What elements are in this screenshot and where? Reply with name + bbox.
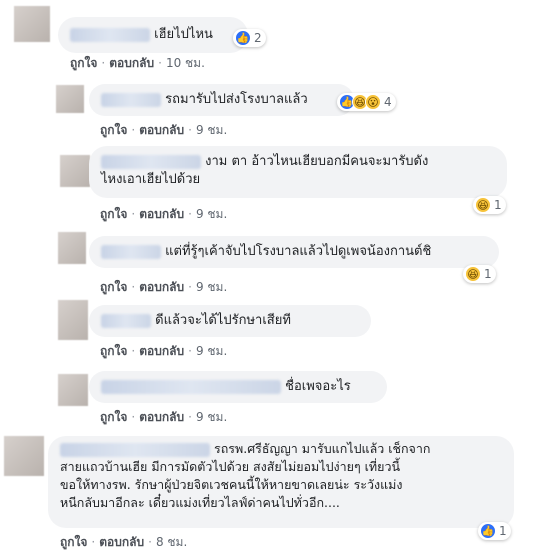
like-button[interactable]: ถูกใจ — [70, 56, 97, 70]
comment-text-line: หนีกลับมาอีกละ เดี๋ยวแม่งเที่ยวไลฟ์ด่าคน… — [60, 495, 340, 510]
commenter-name[interactable] — [101, 379, 281, 394]
avatar[interactable] — [60, 155, 90, 187]
comment-text-line: งาม ตา อ้าวไหนเฮียบอกมีคนจะมารับดัง — [205, 154, 429, 169]
reply-button[interactable]: ตอบกลับ — [139, 410, 184, 424]
avatar[interactable] — [58, 374, 88, 406]
like-button[interactable]: ถูกใจ — [100, 410, 127, 424]
comment-bubble: งาม ตา อ้าวไหนเฮียบอกมีคนจะมารับดัง ไหงเ… — [89, 146, 507, 198]
reaction-count: 2 — [254, 31, 262, 45]
reply-button[interactable]: ตอบกลับ — [139, 344, 184, 358]
timestamp[interactable]: 10 ชม. — [166, 56, 205, 70]
reaction-summary[interactable]: 😆 1 — [473, 196, 506, 214]
commenter-name[interactable] — [101, 92, 161, 107]
comment-text: ดีแล้วจะได้ไปรักษาเสียที — [155, 313, 291, 328]
reaction-summary[interactable]: 👍 1 — [478, 522, 511, 540]
reply-button[interactable]: ตอบกลับ — [139, 280, 184, 294]
reply-button[interactable]: ตอบกลับ — [99, 535, 144, 549]
reply-button[interactable]: ตอบกลับ — [109, 56, 154, 70]
comment-bubble: แต่ที่รู้ๆเค้าจับไปโรงบาลแล้วไปดูเพจน้อง… — [89, 236, 499, 268]
comment-text-line: ไหงเอาเฮียไปด้วย — [101, 172, 201, 187]
comment-actions: ถูกใจ · ตอบกลับ · 10 ชม. — [70, 56, 205, 70]
comment-text: รถมารับไปส่งโรงบาลแล้ว — [165, 92, 308, 107]
comment-actions: ถูกใจ · ตอบกลับ · 9 ชม. — [100, 123, 228, 137]
timestamp[interactable]: 9 ชม. — [196, 207, 227, 221]
comment-text: เฮียไปไหน — [154, 27, 213, 42]
timestamp[interactable]: 8 ชม. — [156, 535, 187, 549]
reply-button[interactable]: ตอบกลับ — [139, 123, 184, 137]
comment-actions: ถูกใจ · ตอบกลับ · 8 ชม. — [60, 535, 188, 549]
commenter-name[interactable] — [101, 313, 151, 328]
comment-text-line: รถรพ.ศรีธัญญา มารับแกไปแล้ว เช็กจาก — [213, 441, 431, 456]
comment-actions: ถูกใจ · ตอบกลับ · 9 ชม. — [100, 280, 228, 294]
like-icon: 👍 — [480, 523, 496, 539]
comment-text-line: ขอให้ทางรพ. รักษาผู้ป่วยจิตเวชคนนี้ให้หา… — [60, 477, 403, 492]
comment-actions: ถูกใจ · ตอบกลับ · 9 ชม. — [100, 344, 228, 358]
like-button[interactable]: ถูกใจ — [100, 207, 127, 221]
reaction-summary[interactable]: 👍 2 — [233, 29, 266, 47]
timestamp[interactable]: 9 ชม. — [196, 123, 227, 137]
like-button[interactable]: ถูกใจ — [100, 123, 127, 137]
reaction-count: 1 — [484, 267, 492, 281]
like-icon: 👍 — [235, 30, 251, 46]
comment-text-line: สายแถวบ้านเฮีย มีการมัดตัวไปด้วย สงสัยไม… — [60, 459, 401, 474]
like-button[interactable]: ถูกใจ — [60, 535, 87, 549]
commenter-name[interactable] — [101, 154, 201, 169]
wow-icon: 😮 — [365, 94, 381, 110]
haha-icon: 😆 — [475, 197, 491, 213]
reaction-count: 1 — [494, 198, 502, 212]
avatar[interactable] — [56, 85, 84, 113]
avatar[interactable] — [58, 300, 88, 340]
comment-text: แต่ที่รู้ๆเค้าจับไปโรงบาลแล้วไปดูเพจน้อง… — [165, 244, 432, 259]
comment-text: ชื่อเพจอะไร — [285, 379, 351, 394]
haha-icon: 😆 — [465, 266, 481, 282]
comment-bubble: รถรพ.ศรีธัญญา มารับแกไปแล้ว เช็กจาก สายแ… — [48, 436, 514, 528]
reply-button[interactable]: ตอบกลับ — [139, 207, 184, 221]
avatar[interactable] — [4, 436, 44, 476]
like-button[interactable]: ถูกใจ — [100, 344, 127, 358]
avatar[interactable] — [58, 232, 86, 264]
timestamp[interactable]: 9 ชม. — [196, 410, 227, 424]
reaction-summary[interactable]: 👍 😆 😮 4 — [337, 93, 396, 111]
reaction-count: 4 — [384, 95, 392, 109]
comment-bubble: เฮียไปไหน — [58, 17, 248, 53]
comment-actions: ถูกใจ · ตอบกลับ · 9 ชม. — [100, 207, 228, 221]
commenter-name[interactable] — [70, 27, 150, 42]
like-button[interactable]: ถูกใจ — [100, 280, 127, 294]
reaction-count: 1 — [499, 524, 507, 538]
commenter-name[interactable] — [101, 244, 161, 259]
avatar[interactable] — [14, 6, 50, 42]
comment-bubble: ดีแล้วจะได้ไปรักษาเสียที — [89, 305, 371, 337]
timestamp[interactable]: 9 ชม. — [196, 280, 227, 294]
comment-bubble: รถมารับไปส่งโรงบาลแล้ว — [89, 84, 354, 116]
comment-actions: ถูกใจ · ตอบกลับ · 9 ชม. — [100, 410, 228, 424]
reaction-summary[interactable]: 😆 1 — [463, 265, 496, 283]
comment-bubble: ชื่อเพจอะไร — [89, 371, 387, 403]
timestamp[interactable]: 9 ชม. — [196, 344, 227, 358]
commenter-name[interactable] — [60, 442, 210, 457]
